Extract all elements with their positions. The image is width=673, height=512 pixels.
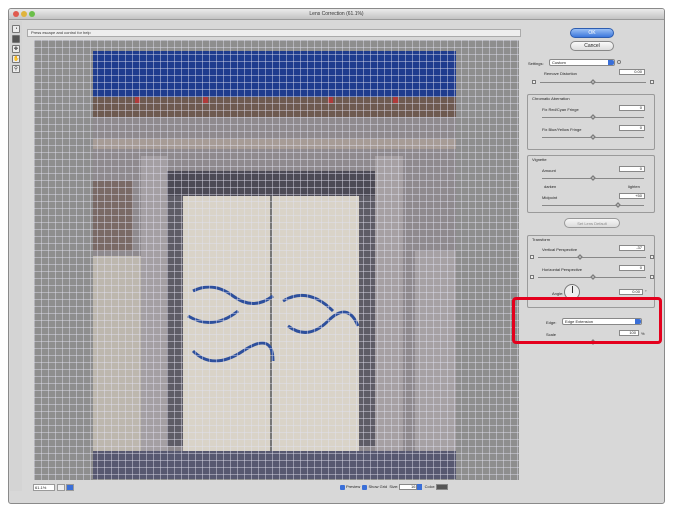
darken-label: darken [544,184,557,189]
alignment-grid [34,40,519,480]
lighten-label: lighten [628,184,640,189]
perspective-right-icon [650,275,654,279]
degree-icon: ° [645,289,647,294]
window-title: Lens Correction (61.1%) [309,11,364,17]
grid-color-swatch[interactable] [436,484,449,490]
horizontal-perspective-label: Horizontal Perspective [542,267,583,272]
close-icon[interactable] [13,11,19,17]
preview-canvas[interactable] [34,40,519,480]
red-cyan-label: Fix Red/Cyan Fringe [542,107,579,112]
ok-button[interactable]: OK [570,28,614,38]
preview-label: Preview [346,484,361,490]
lens-correction-dialog: Lens Correction (61.1%) ◔ ✥ ✋ ⚲ Press es… [8,8,665,504]
chromatic-aberration-title: Chromatic Aberration [532,96,570,101]
highlight-annotation [512,297,662,344]
title-bar: Lens Correction (61.1%) [9,9,664,20]
help-hint: Press escape and control for help [27,29,521,37]
horizontal-perspective-field[interactable]: 0 [619,265,645,271]
vertical-perspective-label: Vertical Perspective [542,247,578,252]
size-label: Size: [389,484,399,490]
move-grid-tool-icon[interactable]: ✥ [12,45,20,53]
set-lens-default-button[interactable]: Set Lens Default [564,218,620,228]
settings-menu-icon[interactable] [617,60,621,64]
hand-tool-icon[interactable]: ✋ [12,55,20,63]
vignette-midpoint-field[interactable]: +50 [619,193,645,199]
blue-yellow-field[interactable]: 0 [619,125,645,131]
straighten-tool-icon[interactable] [12,35,20,43]
vertical-perspective-field[interactable]: -37 [619,245,645,251]
grid-size-stepper-icon[interactable] [417,484,423,490]
vignette-midpoint-label: Midpoint [542,195,558,200]
settings-panel: OK Cancel Settings: Custom Remove Distor… [516,21,664,491]
preview-checkbox[interactable] [340,484,345,490]
perspective-left-icon [530,275,534,279]
zoom-window-icon[interactable] [29,11,35,17]
zoom-level-field[interactable]: 61.1% [33,484,55,491]
vignette-midpoint-slider[interactable] [542,205,644,206]
tool-strip: ◔ ✥ ✋ ⚲ [10,21,22,491]
minimize-icon[interactable] [21,11,27,17]
perspective-narrow-icon [530,255,534,259]
pincushion-icon [532,80,536,84]
angle-field[interactable]: 0.00 [619,289,643,295]
zoom-plus-icon[interactable] [66,484,74,491]
cancel-button[interactable]: Cancel [570,41,614,51]
remove-distortion-tool-icon[interactable]: ◔ [12,25,20,33]
zoom-minus-icon[interactable] [57,484,65,491]
angle-label: Angle: [552,291,564,296]
remove-distortion-slider-handle[interactable] [590,79,596,85]
remove-distortion-field[interactable]: 0.00 [619,69,645,75]
settings-label: Settings: [528,61,544,66]
blue-yellow-label: Fix Blue/Yellow Fringe [542,127,582,132]
remove-distortion-label: Remove Distortion [544,71,577,76]
show-grid-checkbox[interactable] [362,484,368,490]
vertical-perspective-slider[interactable] [538,257,646,258]
status-bar: 61.1% Preview Show Grid Size: 16 Color: [27,482,527,494]
zoom-tool-icon[interactable]: ⚲ [12,65,20,73]
vignette-title: Vignette [532,157,547,162]
vignette-amount-field[interactable]: 0 [619,166,645,172]
grid-size-field[interactable]: 16 [399,484,418,490]
chromatic-aberration-group [527,94,655,150]
transform-title: Transform [532,237,551,242]
red-cyan-field[interactable]: 0 [619,105,645,111]
show-grid-label: Show Grid [368,484,388,490]
vignette-amount-label: Amount [542,168,556,173]
perspective-wide-icon [650,255,654,259]
barrel-icon [650,80,654,84]
settings-select[interactable]: Custom [549,59,615,66]
chevron-down-icon [608,60,614,65]
color-label: Color: [424,484,436,490]
